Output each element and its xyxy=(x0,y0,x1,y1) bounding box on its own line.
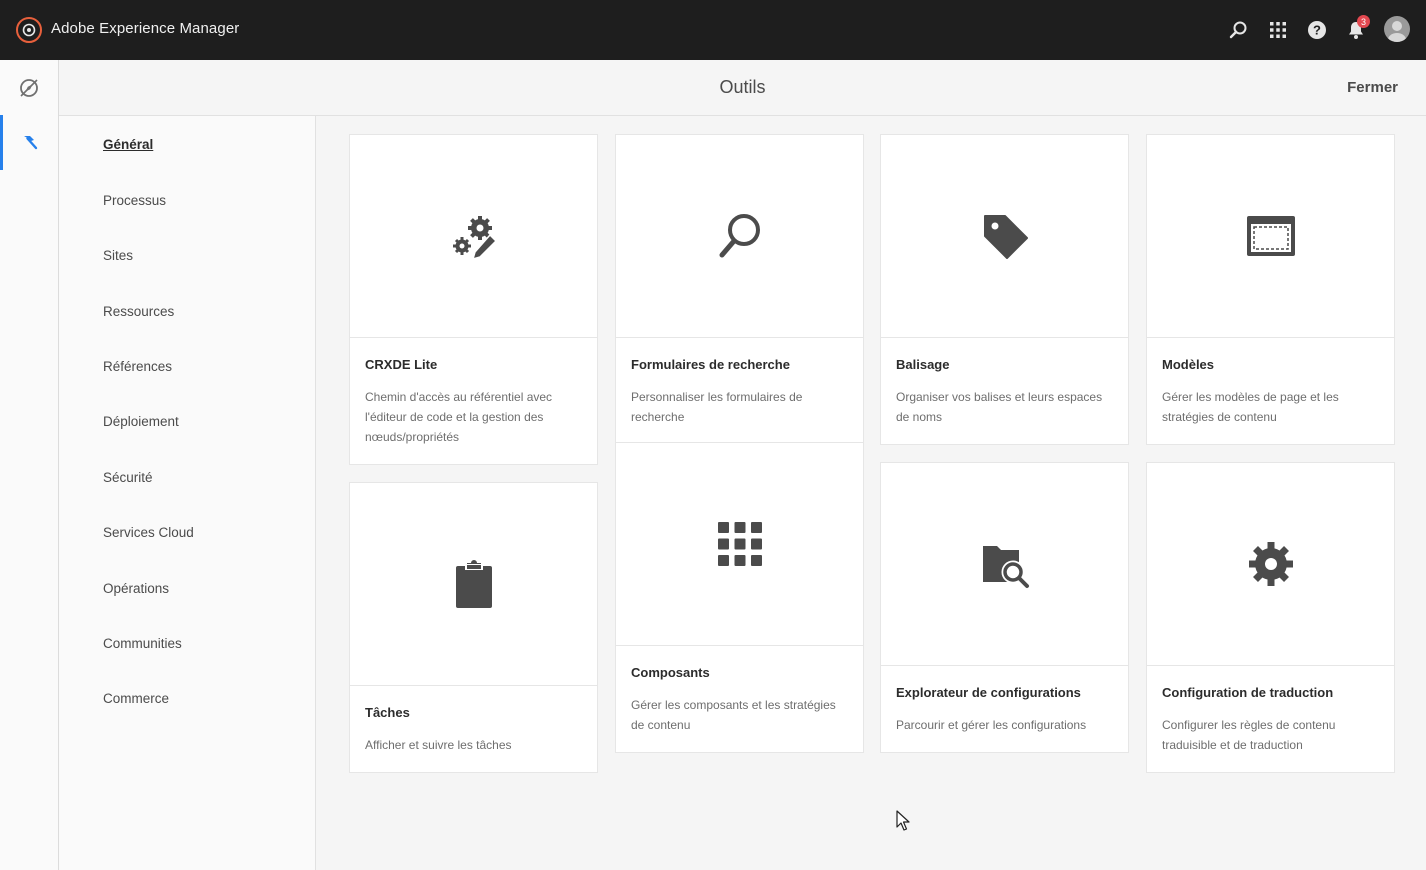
card-balisage[interactable]: Balisage Organiser vos balises et leurs … xyxy=(880,134,1129,445)
card-thumbnail xyxy=(350,483,597,686)
card-title: CRXDE Lite xyxy=(365,357,438,372)
card-description: Chemin d'accès au référentiel avec l'édi… xyxy=(365,390,553,444)
card-title: Configuration de traduction xyxy=(1162,685,1334,700)
svg-text:?: ? xyxy=(1313,23,1321,38)
card-thumbnail xyxy=(1147,135,1394,338)
card-description: Organiser vos balises et leurs espaces d… xyxy=(896,390,1103,424)
nav-item-services-cloud[interactable]: Services Cloud xyxy=(103,525,194,540)
card-thumbnail xyxy=(350,135,597,338)
card-thumbnail xyxy=(881,135,1128,338)
components-grid-icon xyxy=(717,522,762,566)
aem-logo-icon[interactable] xyxy=(16,17,42,43)
tools-hammer-icon[interactable] xyxy=(0,115,58,170)
card-explorateur-de-configurations[interactable]: Explorateur de configurations Parcourir … xyxy=(880,462,1129,753)
help-icon[interactable]: ? xyxy=(1305,18,1329,42)
card-description: Gérer les composants et les stratégies d… xyxy=(631,698,836,732)
card-title: Tâches xyxy=(365,705,410,720)
magnifier-icon xyxy=(719,214,760,258)
notification-badge: 3 xyxy=(1357,15,1370,28)
card-formulaires-de-recherche[interactable]: Formulaires de recherche Personnaliser l… xyxy=(615,134,864,445)
nav-item-general[interactable]: Général xyxy=(103,137,153,152)
card-description: Gérer les modèles de page et les stratég… xyxy=(1162,390,1339,424)
nav-item-references[interactable]: Références xyxy=(103,359,172,374)
card-description: Personnaliser les formulaires de recherc… xyxy=(631,390,803,424)
nav-item-communities[interactable]: Communities xyxy=(103,636,182,651)
card-title: Formulaires de recherche xyxy=(631,357,790,372)
card-thumbnail xyxy=(616,135,863,338)
card-description: Afficher et suivre les tâches xyxy=(365,738,512,752)
nav-item-operations[interactable]: Opérations xyxy=(103,581,169,596)
nav-item-securite[interactable]: Sécurité xyxy=(103,470,153,485)
nav-item-ressources[interactable]: Ressources xyxy=(103,304,174,319)
close-button[interactable]: Fermer xyxy=(1347,79,1398,96)
nav-item-deploiement[interactable]: Déploiement xyxy=(103,414,179,429)
side-rail xyxy=(0,60,59,870)
card-title: Modèles xyxy=(1162,357,1215,372)
avatar[interactable] xyxy=(1384,16,1410,42)
page-title: Outils xyxy=(719,77,766,97)
card-title: Balisage xyxy=(896,357,950,372)
tag-icon xyxy=(983,215,1028,259)
tools-card-grid: CRXDE Lite Chemin d'accès au référentiel… xyxy=(317,116,1426,870)
nav-item-sites[interactable]: Sites xyxy=(103,248,133,263)
clipboard-icon xyxy=(455,560,492,608)
folder-search-icon xyxy=(982,546,1029,588)
card-description: Parcourir et gérer les configurations xyxy=(896,718,1087,732)
card-composants[interactable]: Composants Gérer les composants et les s… xyxy=(615,442,864,753)
app-title[interactable]: Adobe Experience Manager xyxy=(51,20,239,37)
gears-pencil-icon xyxy=(452,216,497,261)
card-title: Explorateur de configurations xyxy=(896,685,1081,700)
search-icon[interactable] xyxy=(1226,18,1250,42)
card-configuration-de-traduction[interactable]: Configuration de traduction Configurer l… xyxy=(1146,462,1395,773)
mouse-cursor-icon xyxy=(896,810,910,831)
card-modeles[interactable]: Modèles Gérer les modèles de page et les… xyxy=(1146,134,1395,445)
card-title: Composants xyxy=(631,665,710,680)
gear-icon xyxy=(1248,542,1293,586)
card-thumbnail xyxy=(881,463,1128,666)
page-header: Outils Fermer xyxy=(59,60,1426,116)
nav-item-commerce[interactable]: Commerce xyxy=(103,691,169,706)
tools-category-nav: Général Processus Sites Ressources Référ… xyxy=(59,116,316,870)
card-crxde-lite[interactable]: CRXDE Lite Chemin d'accès au référentiel… xyxy=(349,134,598,465)
card-description: Configurer les règles de contenu traduis… xyxy=(1162,718,1336,752)
template-icon xyxy=(1246,216,1295,256)
card-thumbnail xyxy=(616,443,863,646)
apps-grid-icon[interactable] xyxy=(1266,18,1290,42)
navigation-compass-icon[interactable] xyxy=(0,60,58,115)
card-taches[interactable]: Tâches Afficher et suivre les tâches xyxy=(349,482,598,773)
nav-item-processus[interactable]: Processus xyxy=(103,193,166,208)
top-bar: Adobe Experience Manager ? 3 xyxy=(0,0,1426,60)
card-thumbnail xyxy=(1147,463,1394,666)
